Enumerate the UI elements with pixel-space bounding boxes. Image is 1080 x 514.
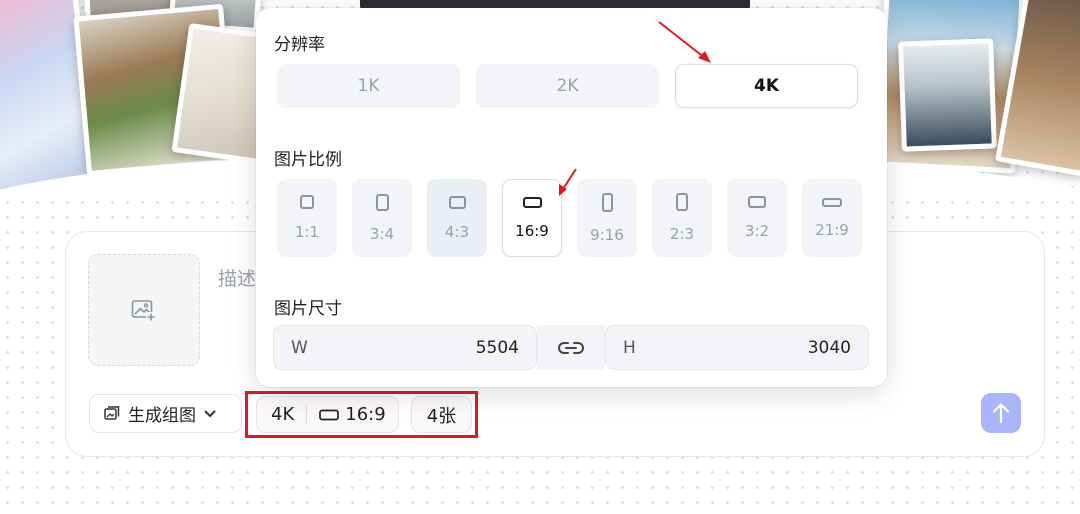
arrow-up-icon xyxy=(992,403,1010,424)
annotation-arrow-16-9 xyxy=(559,168,577,196)
ratio-option-21-9[interactable]: 21:9 xyxy=(802,179,862,257)
width-label: W xyxy=(291,337,308,358)
portrait-ratio-icon xyxy=(676,193,688,211)
ratio-option-3-2[interactable]: 3:2 xyxy=(727,179,787,257)
ratio-option-label: 9:16 xyxy=(590,225,624,244)
image-plus-icon xyxy=(131,300,156,322)
ratio-option-label: 2:3 xyxy=(669,225,695,243)
portrait-ratio-icon xyxy=(375,193,389,211)
width-field[interactable]: W 5504 xyxy=(273,325,537,370)
image-size-fields: W 5504 H 3040 xyxy=(273,325,869,370)
ratio-option-label: 21:9 xyxy=(815,220,849,239)
ultrawide-ratio-icon xyxy=(822,197,842,207)
prompt-input[interactable]: 描述 xyxy=(218,264,256,291)
send-button[interactable] xyxy=(981,393,1021,433)
annotation-arrow-4k xyxy=(658,21,711,63)
resolution-option-2k[interactable]: 2K xyxy=(476,64,659,108)
wide-ratio-icon xyxy=(522,196,542,208)
chevron-down-icon xyxy=(204,410,216,417)
ratio-option-label: 1:1 xyxy=(294,223,320,241)
ratio-option-1-1[interactable]: 1:1 xyxy=(277,179,337,257)
height-label: H xyxy=(623,337,636,358)
aspect-ratio-title: 图片比例 xyxy=(274,150,342,170)
ratio-option-4-3[interactable]: 4:3 xyxy=(427,179,487,257)
image-size-title: 图片尺寸 xyxy=(274,299,342,319)
collage-photo-doctor xyxy=(898,38,997,152)
link-icon xyxy=(558,341,584,354)
ratio-option-3-4[interactable]: 3:4 xyxy=(352,179,412,257)
ratio-option-label: 16:9 xyxy=(515,221,549,240)
square-ratio-icon xyxy=(300,195,314,209)
ratio-option-label: 3:4 xyxy=(369,224,395,243)
tall-ratio-icon xyxy=(601,192,613,212)
resolution-options: 1K 2K 4K xyxy=(277,64,858,108)
resolution-option-4k[interactable]: 4K xyxy=(675,64,858,108)
ratio-option-9-16[interactable]: 9:16 xyxy=(577,179,637,257)
height-field[interactable]: H 3040 xyxy=(605,325,869,370)
height-value: 3040 xyxy=(807,337,851,358)
resolution-option-1k[interactable]: 1K xyxy=(277,64,460,108)
generation-mode-label: 生成组图 xyxy=(128,406,196,426)
width-value: 5504 xyxy=(475,337,519,358)
image-upload-button[interactable] xyxy=(88,254,200,366)
ratio-option-2-3[interactable]: 2:3 xyxy=(652,179,712,257)
annotation-highlight-box xyxy=(245,391,478,438)
resolution-title: 分辨率 xyxy=(274,35,325,55)
ratio-option-label: 4:3 xyxy=(444,222,470,241)
ratio-option-label: 3:2 xyxy=(744,222,770,240)
generation-mode-dropdown[interactable]: 生成组图 xyxy=(89,394,242,433)
image-stack-icon xyxy=(104,405,120,420)
landscape-ratio-icon xyxy=(748,196,766,208)
landscape-ratio-icon xyxy=(448,195,466,209)
aspect-lock-button[interactable] xyxy=(537,325,605,370)
